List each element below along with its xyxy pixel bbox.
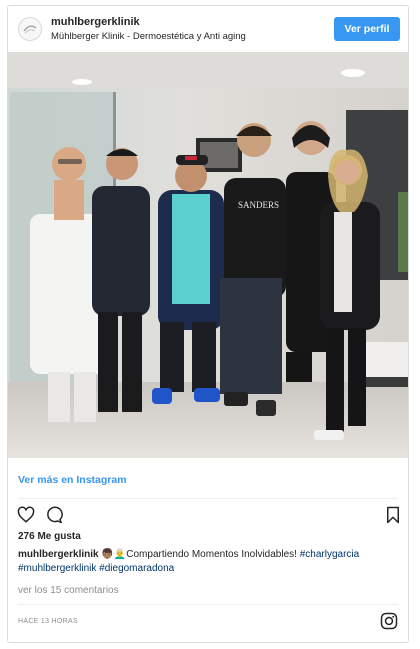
comment-icon[interactable] [45,506,63,524]
view-comments-link[interactable]: ver los 15 comentarios [18,585,119,596]
view-profile-button[interactable]: Ver perfil [334,17,400,41]
shirt-print-text: SANDERS [238,200,279,210]
profile-avatar[interactable] [18,17,42,41]
post-timestamp: HACE 13 HORAS [18,618,78,625]
divider [18,498,398,499]
post-caption: muhlbergerklinik 👦🏽👨‍🦳Compartiendo Momen… [18,548,403,576]
profile-subtitle: Mühlberger Klinik - Dermoestética y Anti… [51,31,246,42]
view-more-instagram-link[interactable]: Ver más en Instagram [18,474,127,486]
avatar-logo-icon [19,18,41,40]
heart-icon[interactable] [17,506,35,524]
likes-count[interactable]: 276 Me gusta [18,531,81,542]
caption-text: Compartiendo Momentos Inolvidables! [126,549,297,560]
hashtag-muhlbergerklinik[interactable]: #muhlbergerklinik [18,563,96,574]
instagram-embed-card: muhlbergerklinik Mühlberger Klinik - Der… [7,5,409,643]
post-photo[interactable]: SANDERS [8,52,408,458]
post-header: muhlbergerklinik Mühlberger Klinik - Der… [8,6,408,52]
bookmark-icon[interactable] [384,506,402,524]
profile-username[interactable]: muhlbergerklinik [51,16,140,28]
hashtag-charlygarcia[interactable]: #charlygarcia [300,549,359,560]
group-photo-illustration: SANDERS [8,52,408,458]
divider [18,604,398,605]
caption-emojis: 👦🏽👨‍🦳 [101,549,127,560]
instagram-logo-icon[interactable] [380,612,398,630]
hashtag-diegomaradona[interactable]: #diegomaradona [99,563,174,574]
caption-username[interactable]: muhlbergerklinik [18,549,99,560]
